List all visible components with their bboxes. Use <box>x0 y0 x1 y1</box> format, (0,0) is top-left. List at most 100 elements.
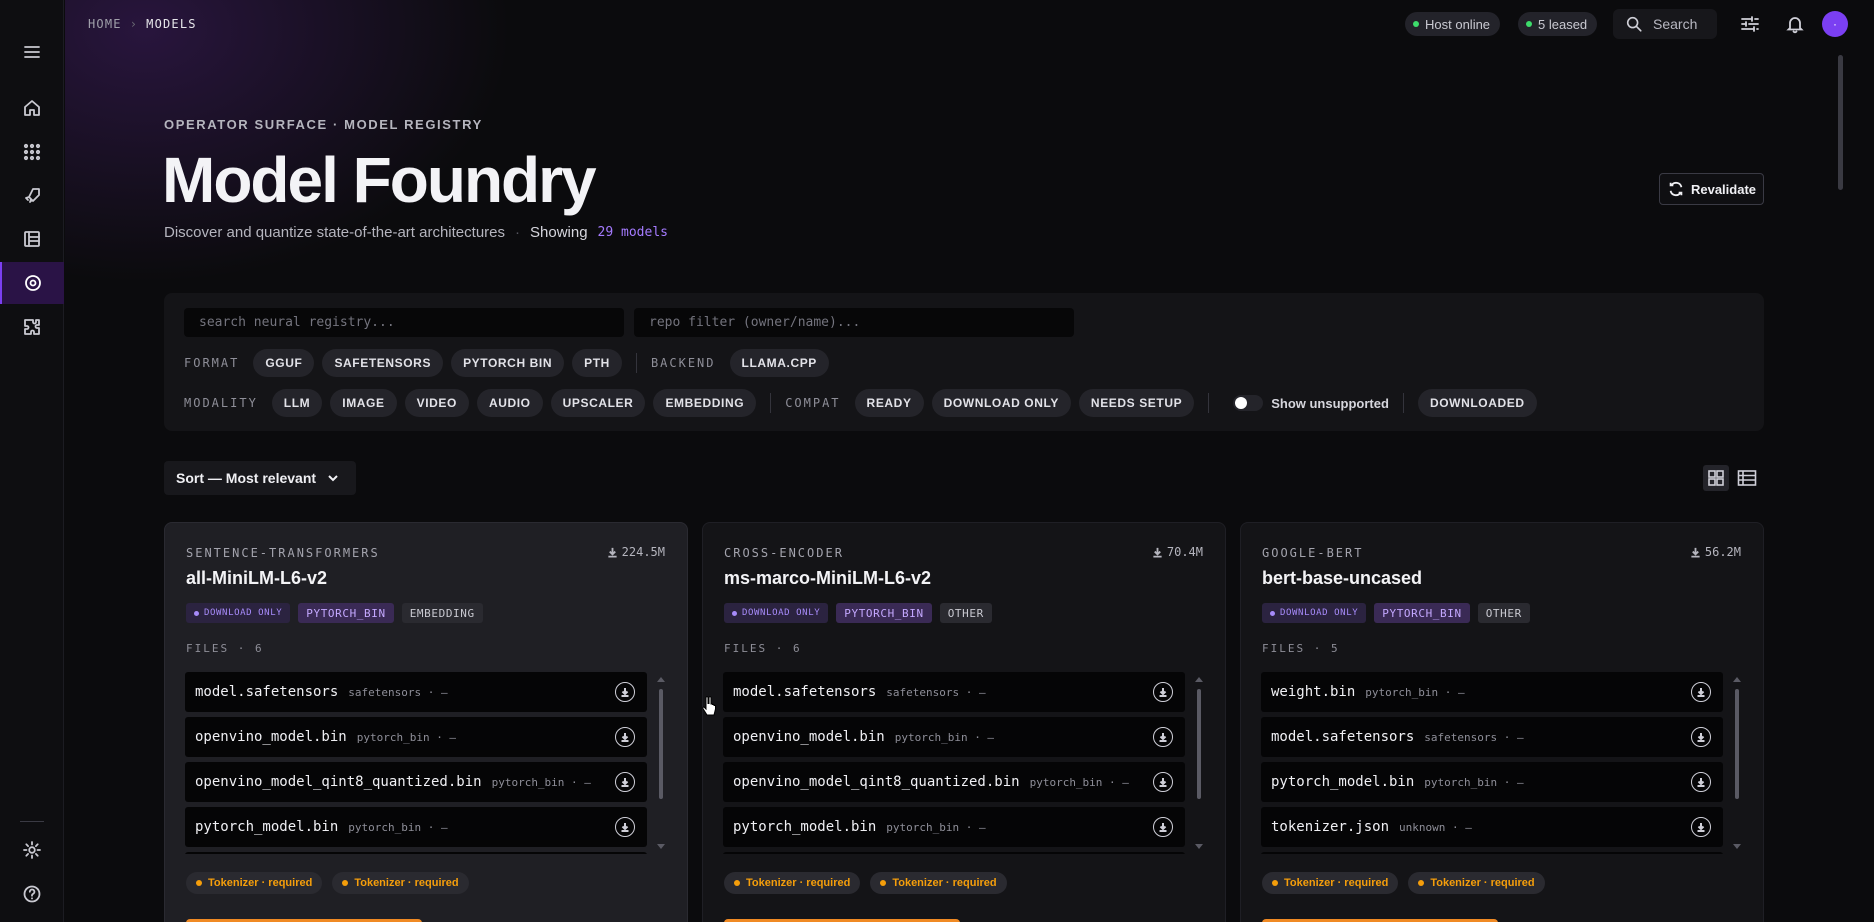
file-download-button[interactable] <box>1153 817 1173 837</box>
modality-badge: OTHER <box>939 603 992 623</box>
modality-filter-row: MODALITY LLM IMAGE VIDEO AUDIO UPSCALER … <box>184 389 1537 417</box>
list-view-button[interactable] <box>1734 465 1760 491</box>
file-download-button[interactable] <box>1691 772 1711 792</box>
file-download-button[interactable] <box>1153 727 1173 747</box>
leased-status-badge: 5 leased <box>1518 12 1598 36</box>
file-list-scrollbar[interactable] <box>1195 677 1203 849</box>
model-name[interactable]: ms-marco-MiniLM-L6-v2 <box>724 568 931 589</box>
file-meta: pytorch_bin · — <box>894 730 995 744</box>
file-list-scrollbar[interactable] <box>1733 677 1741 849</box>
file-meta: pytorch_bin · — <box>1365 685 1465 699</box>
requirement-badges: Tokenizer · required Tokenizer · require… <box>186 872 469 894</box>
model-name[interactable]: all-MiniLM-L6-v2 <box>186 568 327 589</box>
page-scrollbar[interactable] <box>1838 55 1843 190</box>
chip-downloaded[interactable]: DOWNLOADED <box>1417 389 1537 417</box>
scroll-down-icon <box>1733 844 1741 849</box>
format-label: FORMAT <box>184 356 240 370</box>
download-icon <box>621 823 629 832</box>
download-icon <box>608 547 617 558</box>
file-row <box>185 852 647 854</box>
showing-label: Showing <box>530 224 588 241</box>
chip-modality-video[interactable]: VIDEO <box>404 389 469 417</box>
file-name: tokenizer.json <box>1271 819 1390 835</box>
repo-filter-input[interactable] <box>634 308 1074 337</box>
file-download-button[interactable] <box>615 772 635 792</box>
file-download-button[interactable] <box>615 682 635 702</box>
scroll-thumb[interactable] <box>1735 689 1739 799</box>
sidebar-item-settings[interactable] <box>0 829 64 871</box>
global-search-button[interactable]: Search <box>1613 9 1717 39</box>
file-download-button[interactable] <box>1691 682 1711 702</box>
file-name: openvino_model.bin <box>195 729 347 745</box>
file-meta: pytorch_bin · — <box>348 820 448 834</box>
sidebar-item-deploy[interactable] <box>0 175 64 217</box>
model-card[interactable]: GOOGLE-BERT 56.2M bert-base-uncased DOWN… <box>1240 522 1764 922</box>
model-card[interactable]: CROSS-ENCODER 70.4M ms-marco-MiniLM-L6-v… <box>702 522 1226 922</box>
breadcrumb-home[interactable]: HOME <box>88 17 122 31</box>
download-icon <box>1697 688 1705 697</box>
menu-button[interactable] <box>0 31 64 73</box>
file-row <box>723 852 1185 854</box>
model-tags: DOWNLOAD ONLY PYTORCH_BIN OTHER <box>1262 603 1530 623</box>
file-download-button[interactable] <box>1691 727 1711 747</box>
requirement-badge: Tokenizer · required <box>332 872 469 894</box>
grid-view-button[interactable] <box>1703 465 1729 491</box>
hamburger-icon <box>24 46 40 58</box>
chip-modality-image[interactable]: IMAGE <box>330 389 397 417</box>
file-meta: pytorch_bin · — <box>1424 775 1524 789</box>
sidebar-item-apps[interactable] <box>0 131 64 173</box>
file-name: pytorch_model.bin <box>733 819 877 835</box>
chip-format-pytorch-bin[interactable]: PYTORCH BIN <box>451 349 565 377</box>
filters-settings-button[interactable] <box>1738 12 1762 36</box>
modality-badge: EMBEDDING <box>401 603 483 623</box>
files-label: FILES · 6 <box>186 642 264 655</box>
revalidate-button[interactable]: Revalidate <box>1659 173 1764 205</box>
avatar[interactable]: · <box>1822 11 1848 37</box>
file-name: weight.bin <box>1271 684 1356 700</box>
file-download-button[interactable] <box>615 727 635 747</box>
file-download-button[interactable] <box>1691 817 1711 837</box>
notifications-button[interactable] <box>1783 12 1807 36</box>
scroll-thumb[interactable] <box>659 689 663 799</box>
download-icon <box>1697 733 1705 742</box>
file-row: openvino_model_qint8_quantized.bin pytor… <box>185 762 647 802</box>
sidebar-item-dashboard[interactable] <box>0 218 64 260</box>
chip-format-safetensors[interactable]: SAFETENSORS <box>322 349 444 377</box>
sidebar-item-help[interactable] <box>0 873 64 915</box>
sidebar-item-models[interactable] <box>0 262 64 304</box>
sidebar-item-extensions[interactable] <box>0 306 64 348</box>
show-unsupported-toggle[interactable] <box>1233 395 1264 411</box>
chip-compat-download-only[interactable]: DOWNLOAD ONLY <box>931 389 1071 417</box>
file-list-scrollbar[interactable] <box>657 677 665 849</box>
scroll-thumb[interactable] <box>1197 689 1201 799</box>
compat-label: COMPAT <box>785 396 841 410</box>
chip-compat-needs-setup[interactable]: NEEDS SETUP <box>1078 389 1195 417</box>
page-title: Model Foundry <box>162 144 597 216</box>
model-name[interactable]: bert-base-uncased <box>1262 568 1422 589</box>
file-download-button[interactable] <box>1153 682 1173 702</box>
file-download-button[interactable] <box>615 817 635 837</box>
sort-dropdown[interactable]: Sort — Most relevant <box>164 461 356 495</box>
search-label: Search <box>1653 16 1698 32</box>
chip-compat-ready[interactable]: READY <box>854 389 924 417</box>
model-card[interactable]: SENTENCE-TRANSFORMERS 224.5M all-MiniLM-… <box>164 522 688 922</box>
scroll-up-icon <box>657 677 665 682</box>
chip-modality-embedding[interactable]: EMBEDDING <box>653 389 757 417</box>
chip-format-pth[interactable]: PTH <box>572 349 622 377</box>
format-filter-row: FORMAT GGUF SAFETENSORS PYTORCH BIN PTH … <box>184 349 829 377</box>
chip-modality-audio[interactable]: AUDIO <box>476 389 543 417</box>
chip-backend-llama-cpp[interactable]: LLAMA.CPP <box>729 349 829 377</box>
file-name: openvino_model_qint8_quantized.bin <box>195 774 482 790</box>
download-icon <box>1159 778 1167 787</box>
model-count: 29 models <box>597 225 668 240</box>
file-row: pytorch_model.bin pytorch_bin · — <box>723 807 1185 847</box>
model-org: SENTENCE-TRANSFORMERS <box>186 546 380 560</box>
sidebar-item-home[interactable] <box>0 87 64 129</box>
registry-search-input[interactable] <box>184 308 624 337</box>
file-download-button[interactable] <box>1153 772 1173 792</box>
requirement-badge: Tokenizer · required <box>724 872 861 894</box>
chip-modality-upscaler[interactable]: UPSCALER <box>550 389 646 417</box>
files-label: FILES · 5 <box>1262 642 1340 655</box>
chip-format-gguf[interactable]: GGUF <box>253 349 315 377</box>
chip-modality-llm[interactable]: LLM <box>271 389 323 417</box>
